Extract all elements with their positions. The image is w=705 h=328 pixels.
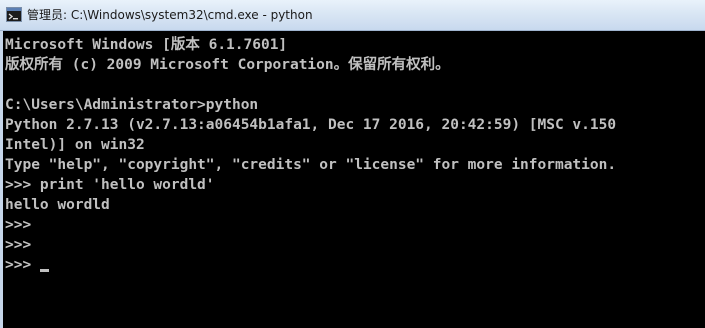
- console-line: Python 2.7.13 (v2.7.13:a06454b1afa1, Dec…: [5, 117, 617, 133]
- console-line: C:\Users\Administrator>python: [5, 97, 259, 113]
- cmd-icon[interactable]: [6, 7, 22, 22]
- text-cursor: [40, 269, 50, 272]
- console-line: Microsoft Windows [版本 6.1.7601]: [5, 37, 288, 53]
- title-bar[interactable]: 管理员: C:\Windows\system32\cmd.exe - pytho…: [0, 0, 705, 31]
- window-frame-left: [0, 31, 3, 328]
- console-line: hello wordld: [5, 197, 110, 213]
- console-line: Intel)] on win32: [5, 137, 145, 153]
- console-line: >>> print 'hello wordld': [5, 177, 215, 193]
- cmd-window: 管理员: C:\Windows\system32\cmd.exe - pytho…: [0, 0, 705, 328]
- console-prompt: >>>: [5, 257, 32, 273]
- console-output[interactable]: Microsoft Windows [版本 6.1.7601] 版权所有 (c)…: [5, 35, 705, 328]
- console-line: Type "help", "copyright", "credits" or "…: [5, 157, 617, 173]
- console-line: >>>: [5, 217, 32, 233]
- console-line: >>>: [5, 237, 32, 253]
- window-title: 管理员: C:\Windows\system32\cmd.exe - pytho…: [27, 8, 313, 22]
- console-line: 版权所有 (c) 2009 Microsoft Corporation。保留所有…: [5, 57, 450, 73]
- console-prompt-line[interactable]: >>>: [5, 255, 705, 275]
